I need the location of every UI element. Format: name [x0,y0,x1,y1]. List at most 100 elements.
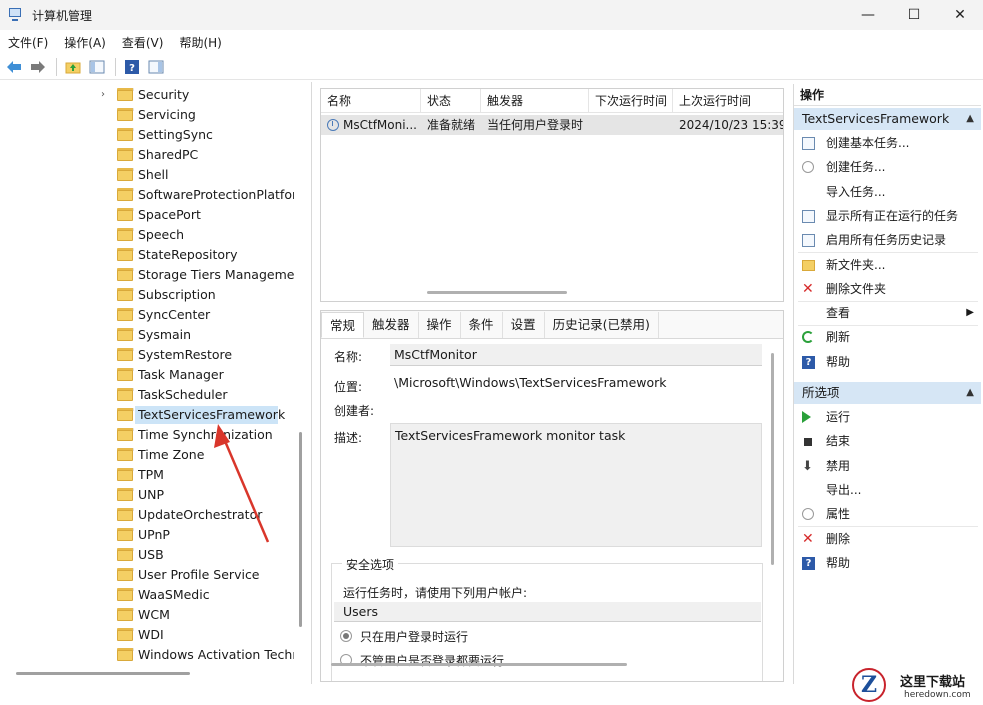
column-header-name[interactable]: 名称 [321,89,421,113]
action-item[interactable]: ✕ 删除 [794,528,981,550]
back-button[interactable] [4,57,24,77]
task-list-horizontal-scrollbar[interactable] [427,291,567,294]
action-item[interactable]: 运行 [794,406,981,428]
up-folder-button[interactable] [63,57,83,77]
menu-action[interactable]: 操作(A) [64,34,106,51]
description-field[interactable]: TextServicesFramework monitor task [390,423,762,547]
menu-help[interactable]: 帮助(H) [179,34,221,51]
tree-item-label: Task Manager [138,367,224,382]
tree-item[interactable]: › Security [0,85,296,105]
detail-vertical-scrollbar[interactable] [771,353,774,565]
tree-item[interactable]: Sysmain [0,325,296,345]
delete-icon: ✕ [802,280,814,297]
action-item[interactable]: ⬇ 禁用 [794,455,981,477]
show-hide-action-pane-button[interactable] [146,57,166,77]
folder-icon [117,248,134,261]
detail-horizontal-scrollbar[interactable] [331,663,627,666]
tree-item[interactable]: UPnP [0,525,296,545]
tree-item[interactable]: SyncCenter [0,305,296,325]
tab-conditions[interactable]: 条件 [461,312,503,338]
tree-item[interactable]: Subscription [0,285,296,305]
column-header-status[interactable]: 状态 [421,89,481,113]
action-item-label: 导入任务... [826,184,886,199]
tree-item[interactable]: SettingSync [0,125,296,145]
tree-item-label: Subscription [138,287,216,302]
action-item[interactable]: 刷新 [794,326,981,348]
tree-item-label: Sysmain [138,327,192,342]
tab-triggers[interactable]: 触发器 [364,312,419,338]
tree-item[interactable]: SoftwareProtectionPlatform [0,185,296,205]
menu-view[interactable]: 查看(V) [122,34,164,51]
tab-general[interactable]: 常规 [321,312,365,338]
action-item[interactable]: 创建任务... [794,156,981,178]
tree-item[interactable]: Storage Tiers Management [0,265,296,285]
tree-item[interactable]: Windows Activation Technologies [0,645,296,665]
tree-item[interactable]: TPM [0,465,296,485]
folder-icon [117,608,134,621]
tree-item[interactable]: SharedPC [0,145,296,165]
tree-item[interactable]: UpdateOrchestrator [0,505,296,525]
tree-item[interactable]: Time Zone [0,445,296,465]
action-item[interactable]: ? 帮助 [794,552,981,574]
tree-item[interactable]: UNP [0,485,296,505]
action-item[interactable]: ✕ 删除文件夹 [794,278,981,300]
tree-item-label: TextServicesFramework [138,407,286,422]
tree-item[interactable]: SpacePort [0,205,296,225]
help-button[interactable]: ? [122,57,142,77]
tree-item[interactable]: User Profile Service [0,565,296,585]
maximize-button[interactable]: ☐ [891,0,937,30]
folder-icon [117,588,134,601]
tree-item-label: SyncCenter [138,307,211,322]
show-hide-tree-button[interactable] [87,57,107,77]
column-header-next-run[interactable]: 下次运行时间 [589,89,673,113]
tree-item[interactable]: Servicing [0,105,296,125]
tree-item[interactable]: USB [0,545,296,565]
action-item[interactable]: ? 帮助 [794,351,981,373]
tree-item[interactable]: TextServicesFramework [0,405,296,425]
actions-section-header[interactable]: TextServicesFramework ▲ [794,108,981,130]
name-field[interactable]: MsCtfMonitor [390,344,762,366]
action-item[interactable]: 启用所有任务历史记录 [794,229,981,251]
action-item-label: 新文件夹... [826,257,886,272]
tree-item[interactable]: Speech [0,225,296,245]
minimize-button[interactable]: — [845,0,891,30]
task-status: 准备就绪 [427,118,476,132]
action-item[interactable]: 创建基本任务... [794,132,981,154]
tree-item[interactable]: WDI [0,625,296,645]
actions-section-header[interactable]: 所选项 ▲ [794,382,981,404]
tab-actions[interactable]: 操作 [419,312,461,338]
tree-item[interactable]: WCM [0,605,296,625]
tree-item[interactable]: TaskScheduler [0,385,296,405]
tree-horizontal-scrollbar[interactable] [16,672,190,675]
tree-item[interactable]: Shell [0,165,296,185]
tree-item[interactable]: Task Manager [0,365,296,385]
tree-vertical-scrollbar[interactable] [299,432,302,627]
action-item[interactable]: 属性 [794,503,981,525]
forward-button[interactable] [28,57,48,77]
tree-item[interactable]: StateRepository [0,245,296,265]
close-button[interactable]: ✕ [937,0,983,30]
expand-chevron-icon[interactable]: › [101,89,105,100]
action-item-label: 导出... [826,482,862,497]
console-tree[interactable]: › Security Servicing SettingSync SharedPC She… [0,82,312,684]
action-item[interactable]: 查看 ▶ [794,302,981,324]
table-row[interactable]: MsCtfMoni... 准备就绪 当任何用户登录时 2024/10/23 15… [321,115,783,135]
action-item[interactable]: 新文件夹... [794,254,981,276]
tab-settings[interactable]: 设置 [503,312,545,338]
action-item[interactable]: 显示所有正在运行的任务 [794,205,981,227]
tree-item-label: USB [138,547,164,562]
action-item[interactable]: 结束 [794,430,981,452]
tree-item[interactable]: SystemRestore [0,345,296,365]
tab-history[interactable]: 历史记录(已禁用) [545,312,659,338]
collapse-caret-icon[interactable]: ▲ [966,108,974,130]
tree-item[interactable]: Time Synchronization [0,425,296,445]
computer-management-icon [8,7,24,23]
run-only-logged-on-radio[interactable] [340,630,352,642]
column-header-trigger[interactable]: 触发器 [481,89,589,113]
action-item[interactable]: 导出... [794,479,981,501]
collapse-caret-icon[interactable]: ▲ [966,382,974,404]
column-header-last-run[interactable]: 上次运行时间 [673,89,783,113]
menu-file[interactable]: 文件(F) [8,34,48,51]
action-item[interactable]: 导入任务... [794,181,981,203]
tree-item[interactable]: WaaSMedic [0,585,296,605]
